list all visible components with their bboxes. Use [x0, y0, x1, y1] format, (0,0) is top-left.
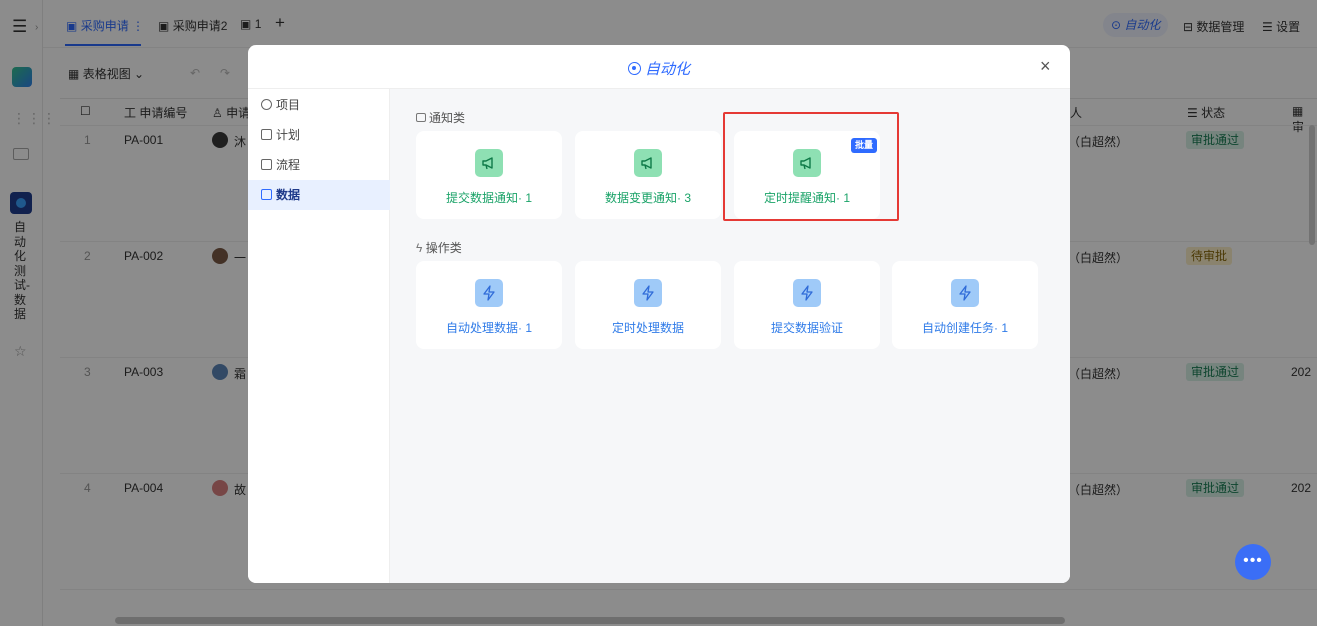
card-label: 自动创建任务· 1: [921, 321, 1008, 335]
flow-icon: [261, 159, 272, 170]
card-submit-data-validation[interactable]: 提交数据验证: [734, 261, 880, 349]
card-label: 自动处理数据· 1: [445, 321, 532, 335]
megaphone-icon: [634, 149, 662, 177]
sidebar-item-project[interactable]: 项目: [248, 90, 390, 120]
section-title-text: 操作类: [425, 241, 462, 255]
sidebar-item-data[interactable]: 数据: [248, 180, 390, 210]
card-label: 定时处理数据: [611, 321, 684, 335]
card-scheduled-process-data[interactable]: 定时处理数据: [575, 261, 721, 349]
section-title-notify: 通知类: [416, 109, 465, 126]
message-icon: [416, 113, 426, 122]
card-data-change-notify[interactable]: 数据变更通知· 3: [575, 131, 721, 219]
automation-dialog: 自动化 × 项目 计划 流程 数据 通知类 提交数据通知· 1 数据变更通知· …: [248, 45, 1070, 583]
sidebar-item-plan[interactable]: 计划: [248, 120, 390, 150]
automation-icon: [627, 62, 641, 75]
lightning-icon: [793, 279, 821, 307]
card-auto-process-data[interactable]: 自动处理数据· 1: [416, 261, 562, 349]
close-icon[interactable]: ×: [1040, 56, 1051, 76]
plan-icon: [261, 129, 272, 140]
sidebar-item-label: 项目: [276, 98, 301, 112]
data-icon: [261, 189, 272, 200]
section-title-text: 通知类: [429, 111, 466, 125]
dialog-header: 自动化 ×: [248, 45, 1070, 89]
lightning-icon: [634, 279, 662, 307]
highlight-box: [723, 112, 899, 221]
sidebar-item-flow[interactable]: 流程: [248, 150, 390, 180]
dialog-title: 自动化: [248, 58, 1070, 79]
lightning-icon: [951, 279, 979, 307]
more-actions-button[interactable]: •••: [1235, 544, 1271, 580]
card-label: 提交数据验证: [770, 321, 843, 335]
card-auto-create-task[interactable]: 自动创建任务· 1: [892, 261, 1038, 349]
sidebar-item-label: 计划: [276, 128, 301, 142]
card-label: 数据变更通知· 3: [604, 191, 691, 205]
megaphone-icon: [475, 149, 503, 177]
sidebar-item-label: 流程: [276, 158, 301, 172]
card-label: 提交数据通知· 1: [445, 191, 532, 205]
category-sidebar: 项目 计划 流程 数据: [248, 89, 390, 583]
section-title-action: ϟ 操作类: [416, 239, 462, 256]
lightning-icon: ϟ: [416, 241, 423, 255]
sidebar-item-label: 数据: [276, 188, 301, 202]
lightning-icon: [475, 279, 503, 307]
dialog-title-text: 自动化: [644, 61, 690, 78]
project-icon: [261, 99, 272, 110]
card-submit-data-notify[interactable]: 提交数据通知· 1: [416, 131, 562, 219]
